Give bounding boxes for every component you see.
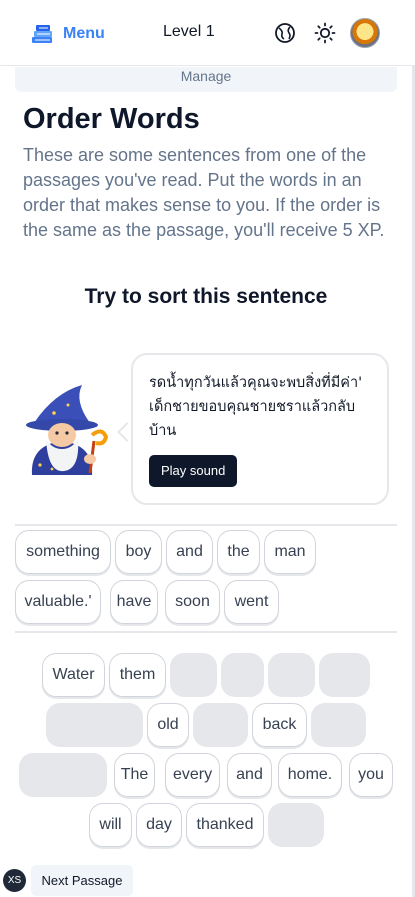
pool-word-chip[interactable]: will [89, 803, 132, 847]
page-title: Order Words [23, 103, 200, 135]
pool-word-chip[interactable]: day [136, 803, 182, 847]
pool-word-chip[interactable]: The [114, 753, 155, 797]
theme-toggle-sun-icon[interactable] [314, 22, 336, 44]
answer-word-chip[interactable]: the [217, 530, 260, 574]
level-indicator: Level 1 [163, 23, 215, 40]
wizard-mascot-icon [26, 385, 109, 475]
pool-word-chip[interactable]: and [227, 753, 272, 797]
answer-word-chip[interactable]: valuable.' [15, 580, 101, 624]
user-avatar[interactable] [350, 18, 380, 48]
empty-word-slot[interactable] [268, 803, 324, 847]
thai-sentence: รดน้ำทุกวันแล้วคุณจะพบสิ่งที่มีค่า' เด็ก… [149, 375, 363, 439]
answer-word-chip[interactable]: boy [115, 530, 162, 574]
pool-word-chip[interactable]: back [252, 703, 307, 747]
divider-bottom [15, 631, 397, 633]
pool-word-chip[interactable]: Water [42, 653, 105, 697]
empty-word-slot[interactable] [46, 703, 143, 747]
xs-badge: XS [3, 869, 26, 892]
divider-top [15, 524, 397, 526]
language-globe-icon[interactable] [274, 22, 296, 44]
menu-button[interactable]: Menu [30, 21, 105, 47]
empty-word-slot[interactable] [19, 753, 107, 797]
answer-word-chip[interactable]: man [264, 530, 316, 574]
answer-word-chip[interactable]: something [15, 530, 111, 574]
books-logo-icon [32, 25, 52, 43]
pool-word-chip[interactable]: thanked [186, 803, 264, 847]
page-description: These are some sentences from one of the… [23, 145, 385, 240]
manage-tab[interactable]: Manage [15, 67, 397, 92]
answer-word-chip[interactable]: went [224, 580, 279, 624]
pool-word-chip[interactable]: them [109, 653, 166, 697]
empty-word-slot[interactable] [268, 653, 315, 697]
empty-word-slot[interactable] [170, 653, 217, 697]
pool-word-chip[interactable]: you [349, 753, 393, 797]
empty-word-slot[interactable] [221, 653, 264, 697]
answer-word-chip[interactable]: have [110, 580, 158, 624]
pool-word-chip[interactable]: old [147, 703, 189, 747]
pool-word-chip[interactable]: home. [278, 753, 342, 797]
pool-word-chip[interactable]: every [165, 753, 220, 797]
empty-word-slot[interactable] [193, 703, 248, 747]
answer-word-chip[interactable]: and [166, 530, 213, 574]
top-bar: Menu Level 1 [0, 0, 415, 66]
speech-bubble: รดน้ำทุกวันแล้วคุณจะพบสิ่งที่มีค่า' เด็ก… [131, 353, 389, 505]
menu-label: Menu [63, 25, 105, 42]
answer-word-chip[interactable]: soon [165, 580, 220, 624]
empty-word-slot[interactable] [319, 653, 370, 697]
next-passage-button[interactable]: Next Passage [31, 865, 133, 896]
empty-word-slot[interactable] [311, 703, 366, 747]
task-subtitle: Try to sort this sentence [84, 285, 328, 308]
play-sound-button[interactable]: Play sound [149, 455, 238, 487]
